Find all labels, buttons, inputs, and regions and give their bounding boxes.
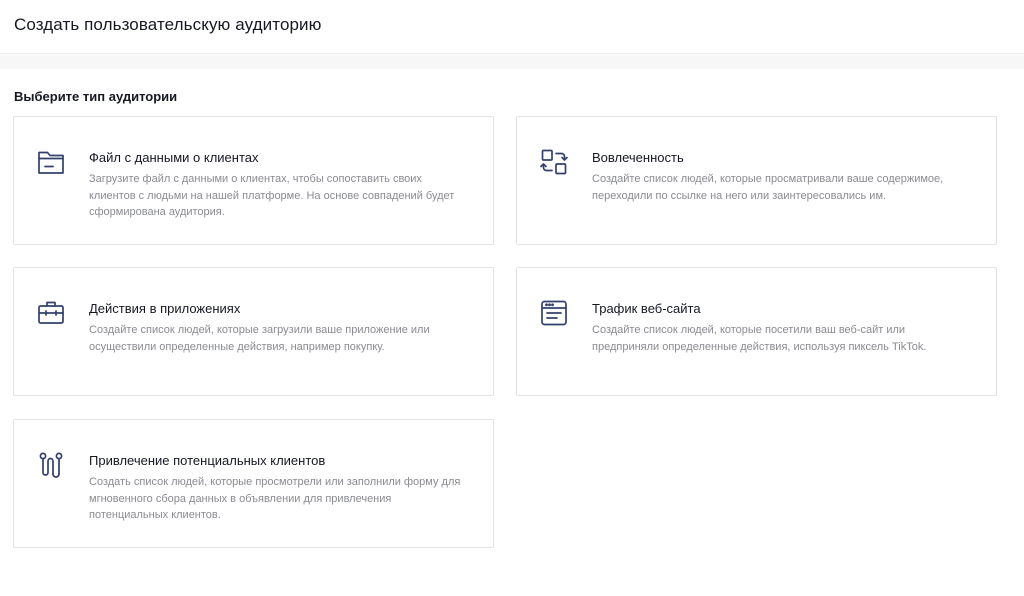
card-customer-file[interactable]: Файл с данными о клиентах Загрузите файл… <box>13 116 494 245</box>
card-title: Вовлеченность <box>592 150 684 165</box>
card-app-activity[interactable]: Действия в приложениях Создайте список л… <box>13 267 494 396</box>
audience-type-label: Выберите тип аудитории <box>14 89 178 104</box>
folder-icon <box>36 147 66 177</box>
card-engagement[interactable]: Вовлеченность Создайте список людей, кот… <box>516 116 997 245</box>
card-description: Создать список людей, которые просмотрел… <box>89 476 461 521</box>
header-divider-band <box>0 55 1024 69</box>
card-lead-generation[interactable]: Привлечение потенциальных клиентов Созда… <box>13 419 494 548</box>
card-description: Загрузите файл с данными о клиентах, что… <box>89 173 455 218</box>
card-description: Создайте список людей, которые загрузили… <box>89 324 430 353</box>
card-description: Создайте список людей, которые посетили … <box>592 324 927 353</box>
card-title: Файл с данными о клиентах <box>89 150 259 165</box>
card-title: Трафик веб-сайта <box>592 301 701 316</box>
lead-path-icon <box>36 450 66 480</box>
engagement-icon <box>539 147 569 177</box>
card-title: Привлечение потенциальных клиентов <box>89 453 326 468</box>
browser-window-icon <box>539 298 569 328</box>
card-title: Действия в приложениях <box>89 301 241 316</box>
card-description: Создайте список людей, которые просматри… <box>592 173 944 202</box>
page-header: Создать пользовательскую аудиторию <box>0 0 1024 54</box>
briefcase-icon <box>36 298 66 328</box>
page-title: Создать пользовательскую аудиторию <box>14 15 322 34</box>
card-website-traffic[interactable]: Трафик веб-сайта Создайте список людей, … <box>516 267 997 396</box>
